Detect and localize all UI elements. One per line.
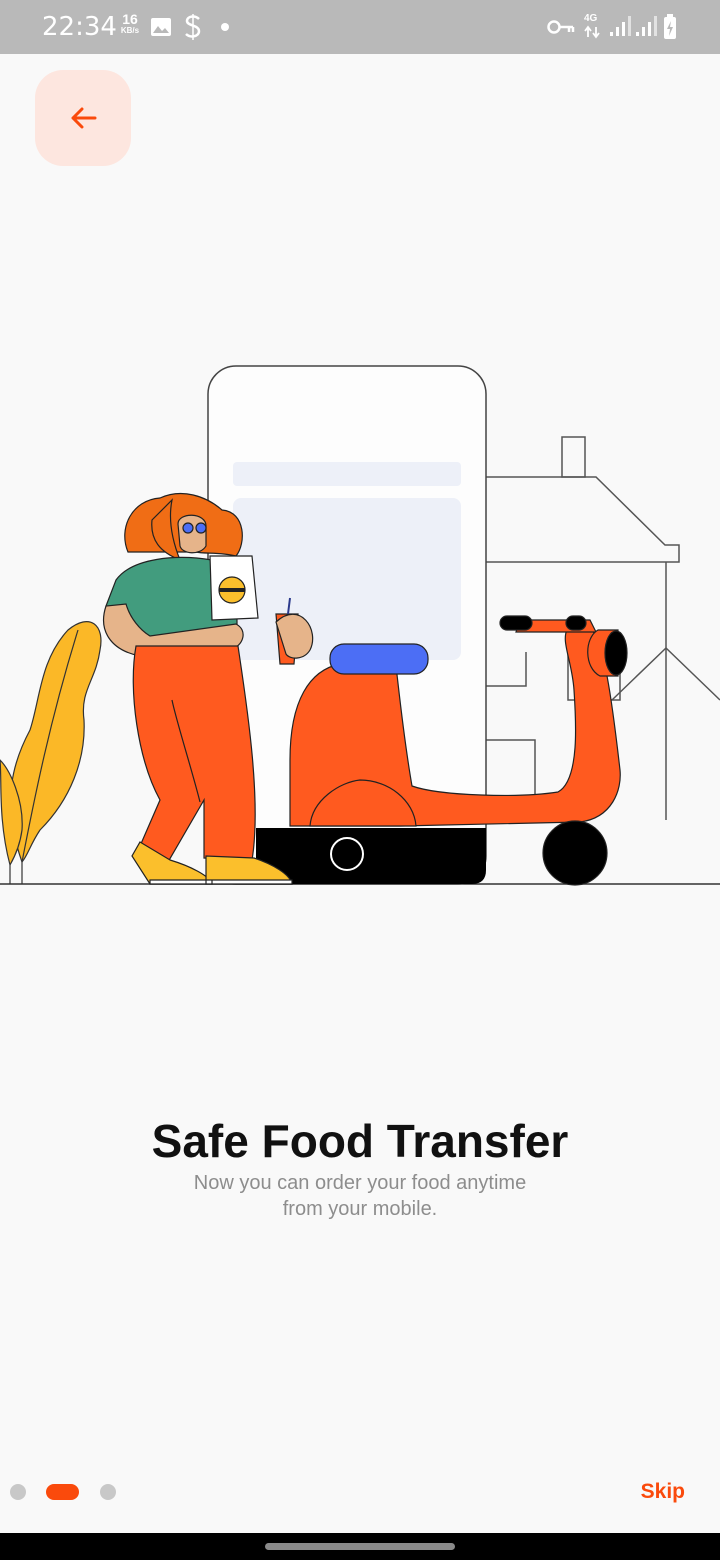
back-button[interactable] xyxy=(35,70,131,166)
skip-button[interactable]: Skip xyxy=(641,1479,685,1505)
image-icon xyxy=(151,18,171,36)
status-time: 22:34 xyxy=(42,12,117,42)
onboarding-title: Safe Food Transfer xyxy=(151,1115,569,1167)
network-speed-unit: KB/s xyxy=(120,26,140,35)
onboarding-subtitle: Now you can order your food anytime from… xyxy=(193,1172,527,1220)
s-app-icon xyxy=(185,14,201,40)
data-arrows-icon xyxy=(584,25,600,39)
network-type: 4G xyxy=(584,13,598,24)
notification-dot-icon xyxy=(221,23,229,31)
signal-icon xyxy=(636,16,657,36)
battery-charging-icon xyxy=(664,14,676,39)
arrow-left-icon xyxy=(71,107,97,129)
page-dot xyxy=(100,1484,116,1500)
page-dot-active xyxy=(46,1484,79,1500)
signal-icon xyxy=(610,16,631,36)
system-navigation-bar xyxy=(0,1533,720,1560)
home-gesture-handle[interactable] xyxy=(265,1543,455,1550)
vpn-key-icon xyxy=(547,20,575,34)
network-speed: 16 KB/s xyxy=(116,12,144,36)
page-dot xyxy=(10,1484,26,1500)
food-delivery-illustration xyxy=(0,365,720,886)
network-speed-value: 16 xyxy=(122,11,138,27)
status-bar: 22:34 16 KB/s 4G xyxy=(0,0,720,54)
